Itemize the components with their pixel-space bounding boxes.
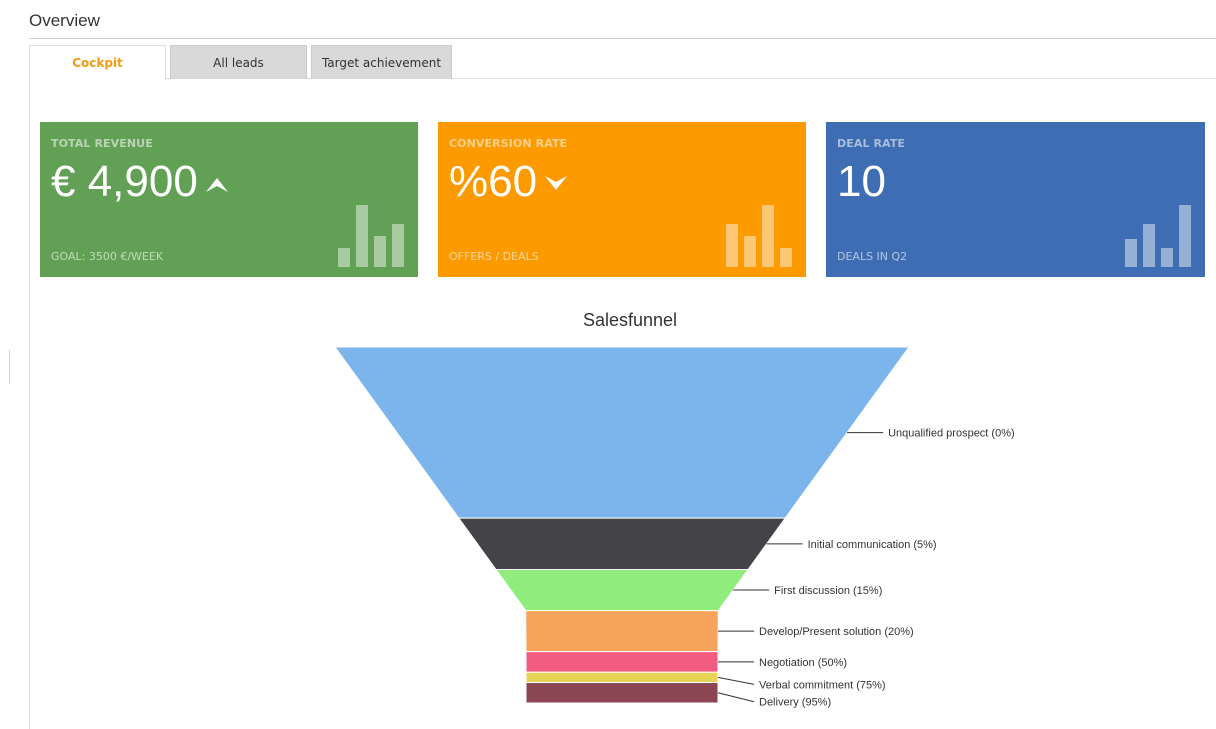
funnel-segment[interactable] [457, 517, 787, 570]
funnel-segment[interactable] [494, 569, 750, 612]
funnel-label: Unqualified prospect (0%) [888, 428, 1015, 440]
funnel-segment[interactable] [525, 610, 719, 653]
funnel-label: Delivery (95%) [759, 697, 831, 709]
funnel-connector [717, 676, 755, 685]
funnel-segment[interactable] [525, 681, 719, 704]
funnel-segment[interactable] [525, 671, 719, 683]
funnel-label: Verbal commitment (75%) [759, 679, 886, 691]
sales-funnel-chart: Unqualified prospect (0%) Initial communi… [334, 346, 1015, 709]
funnel-label: Initial communication (5%) [808, 539, 937, 551]
funnel-connector [717, 692, 755, 703]
funnel-segment[interactable] [334, 346, 910, 519]
funnel-label: First discussion (15%) [774, 585, 882, 597]
funnel-label: Develop/Present solution (20%) [759, 626, 914, 638]
funnel-segment[interactable] [525, 651, 719, 673]
funnel-label: Negotiation (50%) [759, 657, 847, 669]
